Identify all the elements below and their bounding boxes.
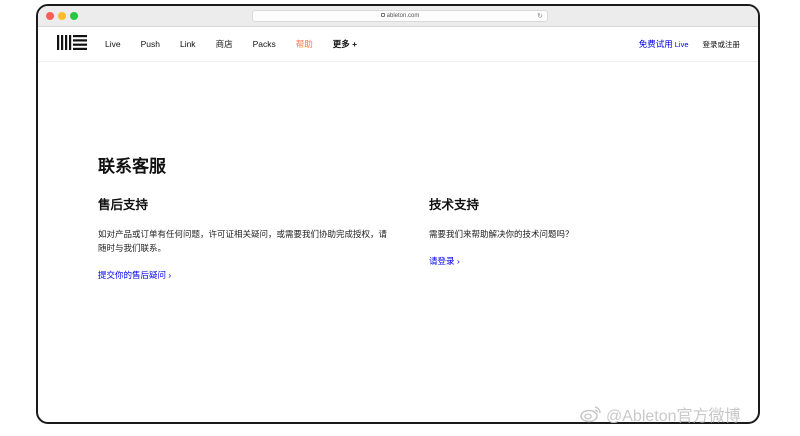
nav-item-more[interactable]: 更多 + <box>333 38 357 50</box>
lock-icon <box>380 13 385 17</box>
watermark-text: @Ableton官方微博 <box>606 408 741 425</box>
maximize-window-button[interactable] <box>70 12 78 20</box>
reload-icon[interactable]: ↻ <box>537 12 543 21</box>
login-register-link[interactable]: 登录或注册 <box>703 39 741 50</box>
free-trial-link[interactable]: 免费试用 Live <box>639 38 689 50</box>
after-sales-heading: 售后支持 <box>98 198 149 212</box>
page-title: 联系客服 <box>98 157 166 176</box>
nav-item-push[interactable]: Push <box>141 39 160 49</box>
nav-item-shop[interactable]: 商店 <box>216 38 233 50</box>
after-sales-description: 如对产品或订单有任何问题，许可证相关疑问，或需要我们协助完成授权，请随时与我们联… <box>98 229 388 253</box>
nav-item-help[interactable]: 帮助 <box>296 38 313 50</box>
tech-support-description: 需要我们来帮助解决你的技术问题吗？ <box>429 229 574 239</box>
browser-window: ableton.com ↻ Live Push Link 商店 Packs 帮助… <box>36 4 760 424</box>
free-trial-live-label: Live <box>674 40 689 49</box>
tech-support-login-link[interactable]: 请登录 › <box>429 256 460 266</box>
minimize-window-button[interactable] <box>58 12 66 20</box>
tech-support-heading: 技术支持 <box>429 198 480 212</box>
weibo-watermark: @Ableton官方微博 <box>580 402 741 426</box>
nav-item-packs[interactable]: Packs <box>253 39 276 49</box>
site-navbar: Live Push Link 商店 Packs 帮助 更多 + 免费试用 Live… <box>38 27 758 62</box>
weibo-icon <box>580 406 601 423</box>
ableton-logo-icon[interactable] <box>57 35 87 50</box>
nav-menu: Live Push Link 商店 Packs 帮助 更多 + <box>105 27 377 61</box>
nav-right: 免费试用 Live 登录或注册 <box>639 27 740 61</box>
nav-item-link[interactable]: Link <box>180 39 196 49</box>
browser-titlebar: ableton.com ↻ <box>38 6 758 27</box>
tech-support-section: 技术支持 需要我们来帮助解决你的技术问题吗？ 请登录 › <box>429 194 719 269</box>
submit-after-sales-link[interactable]: 提交你的售后疑问 › <box>98 270 171 280</box>
free-trial-label: 免费试用 <box>638 39 673 49</box>
close-window-button[interactable] <box>46 12 54 20</box>
after-sales-support-section: 售后支持 如对产品或订单有任何问题，许可证相关疑问，或需要我们协助完成授权，请随… <box>98 194 388 283</box>
nav-item-live[interactable]: Live <box>105 39 121 49</box>
address-bar-url: ableton.com <box>386 13 420 19</box>
address-bar[interactable]: ableton.com ↻ <box>252 10 548 22</box>
